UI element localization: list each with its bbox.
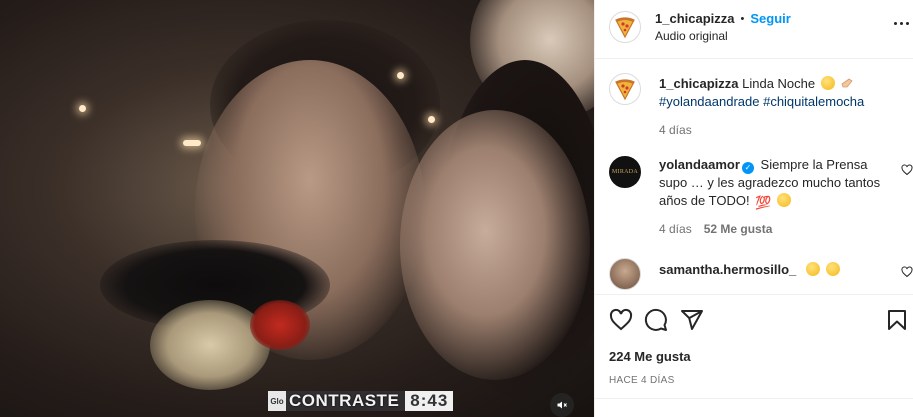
divider: [595, 294, 913, 295]
action-bar: [609, 308, 909, 334]
more-options-button[interactable]: [894, 22, 909, 25]
caption-age[interactable]: 4 días: [659, 121, 692, 139]
post-date[interactable]: HACE 4 DÍAS: [609, 375, 675, 386]
heart-icon[interactable]: [901, 164, 913, 176]
heart-icon[interactable]: [901, 266, 913, 278]
mute-button[interactable]: [550, 393, 574, 417]
author-avatar[interactable]: [609, 11, 641, 43]
post-sidebar: 1_chicapizza • Seguir Audio original 1_c…: [594, 0, 913, 417]
more-icon: [906, 22, 909, 25]
avatar-logo-text: MIRADA: [611, 169, 639, 175]
comment-item: samantha.hermosillo_: [609, 258, 913, 290]
caption-hashtags[interactable]: #yolandaandrade #chiquitalemocha: [659, 93, 887, 111]
caption: 1_chicapizza Linda Noche #yolandaandrade…: [609, 73, 913, 139]
video-light: [428, 116, 435, 123]
comment-age[interactable]: 4 días: [659, 220, 692, 238]
follow-button[interactable]: Seguir: [750, 11, 790, 26]
pizza-avatar-icon: [615, 17, 635, 39]
heart-icon[interactable]: [609, 308, 633, 332]
more-icon: [894, 22, 897, 25]
pizza-avatar-icon: [615, 79, 635, 101]
tv-logo: Glo: [268, 391, 286, 411]
verified-icon: ✓: [741, 162, 754, 174]
pensive-emoji-icon: [820, 76, 835, 90]
post-header: 1_chicapizza • Seguir Audio original: [609, 7, 909, 47]
comment-item: MIRADA yolandaamor ✓ Siempre la Prensa su…: [609, 156, 913, 238]
heart-emoji-icon: 💯: [755, 195, 772, 210]
divider: [595, 58, 913, 59]
video-shape: [250, 300, 310, 350]
divider: [595, 398, 913, 399]
save-icon[interactable]: [885, 308, 909, 332]
star-eyes-emoji-icon: [825, 262, 840, 276]
comment-likes[interactable]: 52 Me gusta: [704, 220, 773, 238]
hand-emoji-icon: [841, 78, 853, 88]
video-light: [397, 72, 404, 79]
separator-dot: •: [740, 12, 745, 25]
audio-link[interactable]: Audio original: [655, 29, 791, 43]
tv-overlay-time: 8:43: [405, 391, 454, 411]
tv-overlay-title: CONTRASTE: [286, 391, 406, 411]
post-video[interactable]: Glo CONTRASTE 8:43: [0, 0, 594, 417]
commenter-avatar[interactable]: [609, 258, 641, 290]
more-icon: [900, 22, 903, 25]
smiling-hearts-emoji-icon: [777, 193, 792, 207]
video-shape: [400, 110, 590, 380]
caption-username[interactable]: 1_chicapizza: [659, 76, 739, 91]
mute-icon: [557, 401, 567, 409]
caption-avatar[interactable]: [609, 73, 641, 105]
video-light: [183, 140, 201, 146]
commenter-avatar[interactable]: MIRADA: [609, 156, 641, 188]
tv-overlay: Glo CONTRASTE 8:43: [268, 391, 454, 411]
comment-username[interactable]: yolandaamor: [659, 157, 740, 172]
share-icon[interactable]: [680, 308, 704, 332]
likes-count[interactable]: 224 Me gusta: [609, 349, 691, 364]
caption-text: Linda Noche: [742, 76, 816, 91]
video-light: [79, 105, 86, 112]
comment-icon[interactable]: [644, 308, 668, 332]
author-username[interactable]: 1_chicapizza: [655, 11, 735, 26]
comment-username[interactable]: samantha.hermosillo_: [659, 262, 796, 277]
star-eyes-emoji-icon: [805, 262, 820, 276]
comments-list: 1_chicapizza Linda Noche #yolandaandrade…: [609, 70, 913, 294]
